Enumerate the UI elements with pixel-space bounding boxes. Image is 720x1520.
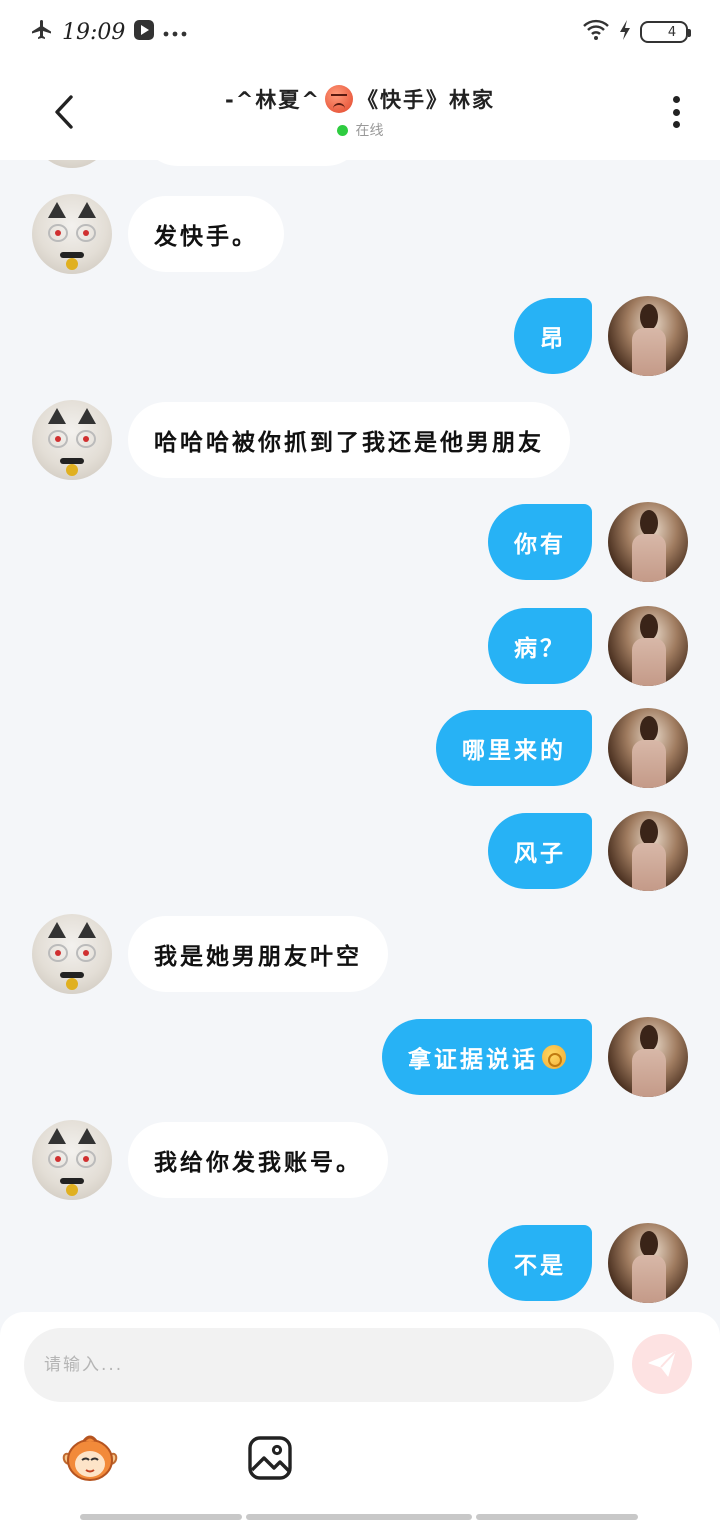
message-row: 昂: [0, 296, 720, 376]
message-bubble-outgoing[interactable]: 不是: [488, 1225, 592, 1301]
chat-title-prefix: -^林夏^: [225, 88, 321, 112]
more-vertical-icon: [672, 96, 680, 103]
wifi-icon: [582, 19, 610, 45]
status-time: 19:09: [62, 19, 126, 45]
message-bubble-outgoing[interactable]: 你有: [488, 504, 592, 580]
message-row: 病？: [0, 606, 720, 686]
mascot-sticker-icon: [62, 1435, 118, 1481]
message-bubble-partial: [140, 160, 364, 166]
online-status-text: 在线: [355, 123, 384, 139]
image-icon: [248, 1436, 292, 1480]
message-bubble-incoming[interactable]: 哈哈哈被你抓到了我还是他男朋友: [128, 402, 570, 478]
battery-level: 4: [667, 24, 677, 40]
gesture-bar: [80, 1514, 638, 1520]
message-row: 哈哈哈被你抓到了我还是他男朋友: [0, 400, 720, 480]
image-button[interactable]: [246, 1434, 294, 1482]
avatar-self[interactable]: [608, 1223, 688, 1303]
message-row: 发快手。: [0, 194, 720, 274]
avatar-self[interactable]: [608, 502, 688, 582]
charging-icon: [618, 19, 632, 45]
avatar-self[interactable]: [608, 1017, 688, 1097]
status-bar-left: 19:09: [30, 16, 187, 48]
chat-title-suffix: 《快手》林家: [356, 88, 495, 112]
angry-face-emoji: [324, 85, 353, 113]
back-button[interactable]: [40, 88, 88, 136]
message-bubble-outgoing[interactable]: 病？: [488, 608, 592, 684]
message-bubble-outgoing[interactable]: 风子: [488, 813, 592, 889]
back-arrow-icon: [55, 95, 73, 129]
send-icon: [648, 1351, 676, 1377]
mascot-sticker-button[interactable]: [60, 1428, 120, 1488]
avatar-self[interactable]: [608, 296, 688, 376]
message-bubble-incoming[interactable]: 我是她男朋友叶空: [128, 916, 388, 992]
message-bubble-outgoing[interactable]: 哪里来的: [436, 710, 592, 786]
battery-icon: 4: [640, 21, 691, 43]
chat-title: -^林夏^ 《快手》林家: [225, 84, 495, 114]
avatar-self[interactable]: [608, 708, 688, 788]
message-input[interactable]: [24, 1328, 614, 1402]
more-options-button[interactable]: [662, 92, 690, 132]
avatar-contact[interactable]: [32, 400, 112, 480]
message-list[interactable]: 发快手。 昂 哈哈哈被你抓到了我还是他男朋友 你有 病？ 哪里来的 风子 我是她…: [0, 160, 720, 1310]
avatar-contact[interactable]: [32, 914, 112, 994]
message-row: 风子: [0, 811, 720, 891]
avatar-self[interactable]: [608, 811, 688, 891]
message-bubble-incoming[interactable]: 我给你发我账号。: [128, 1122, 388, 1198]
avatar-contact[interactable]: [32, 194, 112, 274]
online-dot-icon: [336, 124, 348, 136]
message-bubble-outgoing[interactable]: 昂: [514, 298, 592, 374]
message-row: 拿证据说话: [0, 1017, 720, 1097]
message-row: 你有: [0, 502, 720, 582]
avatar-contact[interactable]: [32, 1120, 112, 1200]
more-notifications-icon: [163, 23, 187, 42]
composer: [0, 1312, 720, 1520]
message-bubble-incoming[interactable]: 发快手。: [128, 196, 284, 272]
status-bar-right: 4: [582, 16, 691, 48]
message-bubble-outgoing[interactable]: 拿证据说话: [382, 1019, 592, 1095]
chat-title-area: -^林夏^ 《快手》林家 在线: [140, 84, 580, 140]
send-button[interactable]: [632, 1334, 692, 1394]
online-status: 在线: [140, 120, 580, 140]
avatar-self[interactable]: [608, 606, 688, 686]
message-row: 我给你发我账号。: [0, 1120, 720, 1200]
message-row: 不是: [0, 1223, 720, 1303]
avatar-contact[interactable]: [32, 160, 112, 168]
chat-header: -^林夏^ 《快手》林家 在线: [0, 64, 720, 160]
message-row: 哪里来的: [0, 708, 720, 788]
ok-hand-emoji: [542, 1045, 566, 1069]
message-row: 我是她男朋友叶空: [0, 914, 720, 994]
video-notification-icon: [133, 19, 155, 45]
message-text: 拿证据说话: [408, 1047, 538, 1073]
status-bar: 19:09 4: [0, 0, 720, 64]
airplane-icon: [30, 18, 54, 46]
